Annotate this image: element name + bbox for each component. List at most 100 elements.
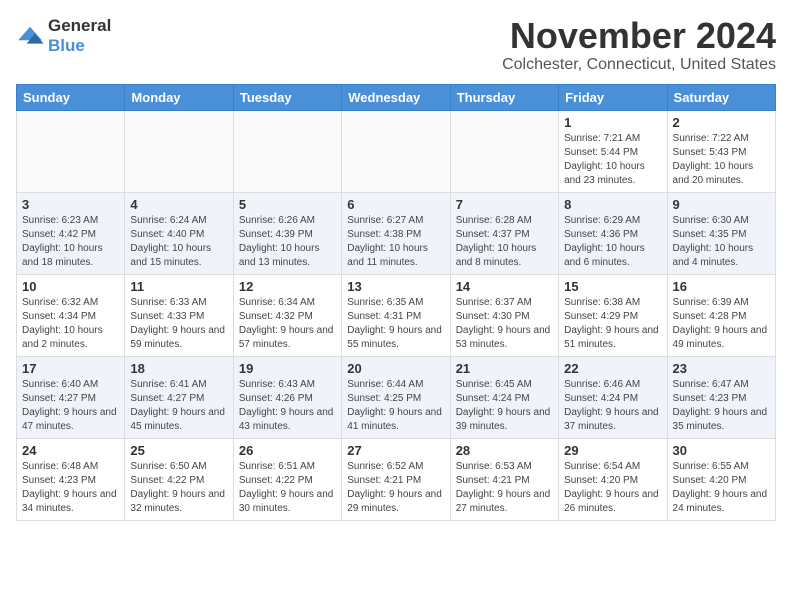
day-info: Sunrise: 6:51 AM Sunset: 4:22 PM Dayligh… (239, 460, 336, 516)
logo-general: General (48, 16, 111, 35)
day-info: Sunrise: 6:43 AM Sunset: 4:26 PM Dayligh… (239, 378, 336, 434)
calendar-cell: 18 Sunrise: 6:41 AM Sunset: 4:27 PM Dayli… (125, 356, 233, 438)
calendar-cell: 22Sunrise: 6:46 AM Sunset: 4:24 PM Dayli… (559, 356, 667, 438)
day-info: Sunrise: 6:38 AM Sunset: 4:29 PM Dayligh… (564, 296, 661, 352)
day-info: Sunrise: 6:33 AM Sunset: 4:33 PM Dayligh… (130, 296, 227, 352)
calendar-cell: 3 Sunrise: 6:23 AM Sunset: 4:42 PM Daylig… (17, 192, 125, 274)
header-thursday: Thursday (450, 84, 558, 110)
title-area: November 2024 Colchester, Connecticut, U… (502, 16, 776, 74)
day-info: Sunrise: 6:24 AM Sunset: 4:40 PM Dayligh… (130, 214, 227, 270)
calendar-cell: 26 Sunrise: 6:51 AM Sunset: 4:22 PM Dayli… (233, 438, 341, 520)
calendar-cell (17, 110, 125, 192)
day-info: Sunrise: 6:37 AM Sunset: 4:30 PM Dayligh… (456, 296, 553, 352)
calendar-cell: 15 Sunrise: 6:38 AM Sunset: 4:29 PM Dayli… (559, 274, 667, 356)
day-number: 7 (456, 197, 553, 212)
calendar-cell: 20 Sunrise: 6:44 AM Sunset: 4:25 PM Dayli… (342, 356, 450, 438)
day-number: 15 (564, 279, 661, 294)
calendar-cell (233, 110, 341, 192)
calendar-cell: 30 Sunrise: 6:55 AM Sunset: 4:20 PM Dayli… (667, 438, 775, 520)
day-info: Sunrise: 6:47 AM Sunset: 4:23 PM Dayligh… (673, 378, 770, 434)
calendar-cell: 21 Sunrise: 6:45 AM Sunset: 4:24 PM Dayli… (450, 356, 558, 438)
day-info: Sunrise: 6:50 AM Sunset: 4:22 PM Dayligh… (130, 460, 227, 516)
day-number: 27 (347, 443, 444, 458)
calendar-cell: 14Sunrise: 6:37 AM Sunset: 4:30 PM Dayli… (450, 274, 558, 356)
calendar-cell: 9 Sunrise: 6:30 AM Sunset: 4:35 PM Daylig… (667, 192, 775, 274)
day-number: 3 (22, 197, 119, 212)
day-info: Sunrise: 6:26 AM Sunset: 4:39 PM Dayligh… (239, 214, 336, 270)
day-info: Sunrise: 6:41 AM Sunset: 4:27 PM Dayligh… (130, 378, 227, 434)
day-info: Sunrise: 6:35 AM Sunset: 4:31 PM Dayligh… (347, 296, 444, 352)
calendar-cell: 12Sunrise: 6:34 AM Sunset: 4:32 PM Dayli… (233, 274, 341, 356)
calendar-week-row: 17Sunrise: 6:40 AM Sunset: 4:27 PM Dayli… (17, 356, 776, 438)
header-sunday: Sunday (17, 84, 125, 110)
calendar-cell: 25 Sunrise: 6:50 AM Sunset: 4:22 PM Dayli… (125, 438, 233, 520)
calendar-cell: 13 Sunrise: 6:35 AM Sunset: 4:31 PM Dayli… (342, 274, 450, 356)
day-number: 12 (239, 279, 336, 294)
day-number: 4 (130, 197, 227, 212)
day-number: 2 (673, 115, 770, 130)
day-info: Sunrise: 6:55 AM Sunset: 4:20 PM Dayligh… (673, 460, 770, 516)
day-info: Sunrise: 7:21 AM Sunset: 5:44 PM Dayligh… (564, 132, 661, 188)
day-number: 23 (673, 361, 770, 376)
calendar-cell: 28 Sunrise: 6:53 AM Sunset: 4:21 PM Dayli… (450, 438, 558, 520)
day-info: Sunrise: 6:52 AM Sunset: 4:21 PM Dayligh… (347, 460, 444, 516)
calendar-cell: 7 Sunrise: 6:28 AM Sunset: 4:37 PM Daylig… (450, 192, 558, 274)
day-number: 13 (347, 279, 444, 294)
location-title: Colchester, Connecticut, United States (502, 56, 776, 74)
day-number: 30 (673, 443, 770, 458)
day-number: 19 (239, 361, 336, 376)
day-number: 6 (347, 197, 444, 212)
day-info: Sunrise: 6:53 AM Sunset: 4:21 PM Dayligh… (456, 460, 553, 516)
day-info: Sunrise: 6:29 AM Sunset: 4:36 PM Dayligh… (564, 214, 661, 270)
logo-icon (16, 25, 44, 47)
month-title: November 2024 (502, 16, 776, 56)
day-number: 18 (130, 361, 227, 376)
logo-blue: Blue (48, 36, 85, 55)
calendar-cell: 27 Sunrise: 6:52 AM Sunset: 4:21 PM Dayli… (342, 438, 450, 520)
calendar-cell: 17Sunrise: 6:40 AM Sunset: 4:27 PM Dayli… (17, 356, 125, 438)
day-info: Sunrise: 6:45 AM Sunset: 4:24 PM Dayligh… (456, 378, 553, 434)
calendar-week-row: 10 Sunrise: 6:32 AM Sunset: 4:34 PM Dayli… (17, 274, 776, 356)
calendar-cell: 4 Sunrise: 6:24 AM Sunset: 4:40 PM Daylig… (125, 192, 233, 274)
day-number: 21 (456, 361, 553, 376)
page-header: General Blue November 2024 Colchester, C… (16, 16, 776, 74)
day-info: Sunrise: 6:28 AM Sunset: 4:37 PM Dayligh… (456, 214, 553, 270)
header-wednesday: Wednesday (342, 84, 450, 110)
calendar-cell: 8 Sunrise: 6:29 AM Sunset: 4:36 PM Daylig… (559, 192, 667, 274)
day-info: Sunrise: 6:40 AM Sunset: 4:27 PM Dayligh… (22, 378, 119, 434)
day-info: Sunrise: 6:44 AM Sunset: 4:25 PM Dayligh… (347, 378, 444, 434)
day-number: 10 (22, 279, 119, 294)
day-number: 26 (239, 443, 336, 458)
header-saturday: Saturday (667, 84, 775, 110)
calendar-cell: 24Sunrise: 6:48 AM Sunset: 4:23 PM Dayli… (17, 438, 125, 520)
calendar-week-row: 24Sunrise: 6:48 AM Sunset: 4:23 PM Dayli… (17, 438, 776, 520)
header-friday: Friday (559, 84, 667, 110)
calendar-cell: 1 Sunrise: 7:21 AM Sunset: 5:44 PM Daylig… (559, 110, 667, 192)
day-info: Sunrise: 6:39 AM Sunset: 4:28 PM Dayligh… (673, 296, 770, 352)
day-info: Sunrise: 6:32 AM Sunset: 4:34 PM Dayligh… (22, 296, 119, 352)
day-number: 8 (564, 197, 661, 212)
calendar-cell: 6 Sunrise: 6:27 AM Sunset: 4:38 PM Daylig… (342, 192, 450, 274)
day-number: 20 (347, 361, 444, 376)
calendar-cell: 11 Sunrise: 6:33 AM Sunset: 4:33 PM Dayli… (125, 274, 233, 356)
header-monday: Monday (125, 84, 233, 110)
day-info: Sunrise: 6:23 AM Sunset: 4:42 PM Dayligh… (22, 214, 119, 270)
calendar-cell: 29Sunrise: 6:54 AM Sunset: 4:20 PM Dayli… (559, 438, 667, 520)
day-number: 16 (673, 279, 770, 294)
day-number: 11 (130, 279, 227, 294)
logo: General Blue (16, 16, 111, 56)
day-info: Sunrise: 6:54 AM Sunset: 4:20 PM Dayligh… (564, 460, 661, 516)
calendar-cell (342, 110, 450, 192)
header-tuesday: Tuesday (233, 84, 341, 110)
day-info: Sunrise: 7:22 AM Sunset: 5:43 PM Dayligh… (673, 132, 770, 188)
day-info: Sunrise: 6:48 AM Sunset: 4:23 PM Dayligh… (22, 460, 119, 516)
day-number: 1 (564, 115, 661, 130)
day-info: Sunrise: 6:27 AM Sunset: 4:38 PM Dayligh… (347, 214, 444, 270)
day-number: 25 (130, 443, 227, 458)
day-info: Sunrise: 6:30 AM Sunset: 4:35 PM Dayligh… (673, 214, 770, 270)
day-number: 9 (673, 197, 770, 212)
day-number: 28 (456, 443, 553, 458)
day-number: 22 (564, 361, 661, 376)
calendar-cell: 19 Sunrise: 6:43 AM Sunset: 4:26 PM Dayli… (233, 356, 341, 438)
calendar-cell: 2 Sunrise: 7:22 AM Sunset: 5:43 PM Daylig… (667, 110, 775, 192)
